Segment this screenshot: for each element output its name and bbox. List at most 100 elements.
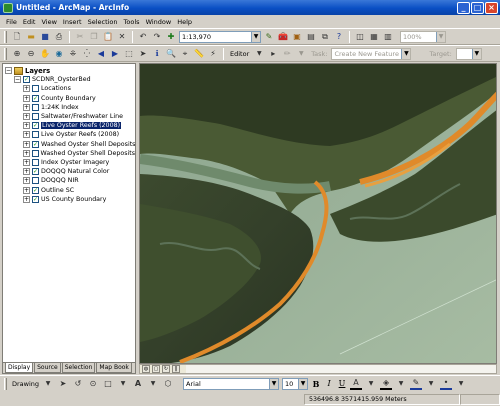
open-folder-icon[interactable]: ▬ — [25, 31, 37, 43]
bold-button[interactable]: B — [311, 379, 321, 389]
menu-help[interactable]: Help — [177, 18, 192, 26]
maximize-button[interactable]: □ — [471, 1, 484, 14]
pan-icon[interactable]: ✋ — [39, 48, 51, 60]
sketch-tool-icon[interactable]: ✏ — [281, 48, 293, 60]
expand-icon[interactable]: + — [23, 168, 30, 176]
chevron-down-icon[interactable]: ▼ — [251, 31, 260, 42]
font-size-combo[interactable]: 10 ▼ — [282, 377, 309, 390]
chevron-down-icon[interactable]: ▼ — [425, 378, 437, 390]
collapse-icon[interactable]: − — [14, 76, 21, 84]
delete-icon[interactable]: ✕ — [116, 31, 128, 43]
layer-row[interactable]: + Index Oyster Imagery — [5, 158, 135, 167]
expand-icon[interactable]: + — [23, 177, 30, 185]
layer-label[interactable]: County Boundary — [41, 95, 96, 102]
layers-root-row[interactable]: − Layers — [5, 66, 135, 75]
layer-label[interactable]: Washed Oyster Shell Deposits — [41, 141, 135, 148]
pan-layout-icon[interactable]: ▦ — [368, 31, 380, 43]
select-features-icon[interactable]: ⬚ — [123, 48, 135, 60]
underline-button[interactable]: U — [337, 379, 347, 388]
expand-icon[interactable]: + — [23, 103, 30, 111]
catalog-icon[interactable]: ▣ — [291, 31, 303, 43]
chevron-down-icon[interactable]: ▼ — [471, 48, 481, 59]
edit-vertices-icon[interactable]: ⬡ — [162, 378, 174, 390]
menu-tools[interactable]: Tools — [124, 18, 140, 26]
zoom-in-icon[interactable]: ⊕ — [11, 48, 23, 60]
chevron-down-icon[interactable]: ▼ — [365, 378, 377, 390]
chevron-down-icon[interactable]: ▼ — [253, 48, 265, 60]
line-color-icon[interactable]: ✎ — [410, 378, 423, 390]
layer-label[interactable]: 1:24K Index — [41, 104, 79, 111]
layer-label[interactable]: DOQQQ Natural Color — [41, 168, 109, 175]
zoom-percent-combo[interactable]: 100% ▼ — [400, 30, 446, 43]
expand-icon[interactable]: + — [23, 149, 30, 157]
menu-selection[interactable]: Selection — [88, 18, 118, 26]
target-combo[interactable]: ▼ — [455, 47, 482, 60]
menu-window[interactable]: Window — [146, 18, 172, 26]
layer-row[interactable]: + ✓ Live Oyster Reefs (2008) — [5, 121, 135, 130]
undo-icon[interactable]: ↶ — [137, 31, 149, 43]
expand-icon[interactable]: + — [23, 195, 30, 203]
cut-icon[interactable]: ✂ — [74, 31, 86, 43]
layer-row[interactable]: + Washed Oyster Shell Deposits — [5, 149, 135, 158]
chevron-down-icon[interactable]: ▼ — [436, 31, 445, 42]
menu-edit[interactable]: Edit — [23, 18, 36, 26]
help-icon[interactable]: ? — [333, 31, 345, 43]
layer-visibility-checkbox[interactable] — [32, 131, 39, 139]
layer-label[interactable]: Washed Oyster Shell Deposits — [41, 150, 135, 157]
zoom-whole-page-icon[interactable]: ▥ — [382, 31, 394, 43]
tab-display[interactable]: Display — [5, 363, 34, 373]
select-elements-icon[interactable]: ➤ — [57, 378, 69, 390]
expand-icon[interactable]: + — [23, 131, 30, 139]
tab-selection[interactable]: Selection — [61, 363, 96, 373]
layout-tool-icon[interactable]: ◫ — [354, 31, 366, 43]
add-data-icon[interactable]: ✚ — [165, 31, 177, 43]
hyperlink-icon[interactable]: ⚡ — [207, 48, 219, 60]
menu-insert[interactable]: Insert — [63, 18, 82, 26]
fixed-zoom-in-icon[interactable]: ⁜ — [67, 48, 79, 60]
task-combo[interactable]: Create New Feature ▼ — [331, 47, 412, 60]
layout-view-icon[interactable]: ▢ — [152, 365, 160, 373]
zoom-out-icon[interactable]: ⊖ — [25, 48, 37, 60]
layer-row[interactable]: +1:24K Index — [5, 103, 135, 112]
rotate-icon[interactable]: ↺ — [72, 378, 84, 390]
go-to-xy-icon[interactable]: ⌖ — [179, 48, 191, 60]
layer-label[interactable]: Index Oyster Imagery — [41, 159, 109, 166]
model-builder-icon[interactable]: ⧉ — [319, 31, 331, 43]
map-view[interactable] — [139, 63, 497, 364]
chevron-down-icon[interactable]: ▼ — [117, 378, 129, 390]
drawing-menu[interactable]: Drawing — [12, 380, 39, 388]
font-color-icon[interactable]: A — [350, 378, 363, 390]
tab-source[interactable]: Source — [34, 363, 61, 373]
layer-row[interactable]: + Live Oyster Reefs (2008) — [5, 130, 135, 139]
expand-icon[interactable]: + — [23, 186, 30, 194]
layer-label[interactable]: US County Boundary — [41, 196, 106, 203]
find-icon[interactable]: 🔍 — [165, 48, 177, 60]
paste-icon[interactable]: 📋 — [102, 31, 114, 43]
expand-icon[interactable]: + — [23, 158, 30, 166]
layer-visibility-checkbox[interactable] — [32, 177, 39, 185]
layer-visibility-checkbox[interactable]: ✓ — [32, 122, 39, 130]
forward-extent-icon[interactable]: ▶ — [109, 48, 121, 60]
save-icon[interactable]: ■ — [39, 31, 51, 43]
layer-visibility-checkbox[interactable]: ✓ — [32, 186, 39, 194]
group-checkbox[interactable]: ✓ — [23, 76, 30, 84]
font-combo[interactable]: Arial ▼ — [183, 377, 280, 390]
layer-row[interactable]: + Saltwater/Freshwater Line — [5, 112, 135, 121]
layer-row[interactable]: + ✓ US County Boundary — [5, 195, 135, 204]
close-button[interactable]: × — [485, 1, 498, 14]
measure-icon[interactable]: 📏 — [193, 48, 205, 60]
layer-visibility-checkbox[interactable]: ✓ — [32, 195, 39, 203]
layer-label[interactable]: Locations — [41, 85, 71, 92]
refresh-icon[interactable]: ↻ — [162, 365, 170, 373]
chevron-down-icon[interactable]: ▼ — [298, 378, 308, 389]
layer-visibility-checkbox[interactable] — [32, 113, 39, 121]
full-extent-icon[interactable]: ◉ — [53, 48, 65, 60]
editor-menu[interactable]: Editor — [230, 50, 249, 58]
group-layer-row[interactable]: − ✓ SCDNR_OysterBed — [5, 75, 135, 84]
chevron-down-icon[interactable]: ▼ — [269, 378, 279, 389]
menu-file[interactable]: File — [6, 18, 17, 26]
fill-color-icon[interactable]: ◈ — [380, 378, 393, 390]
map-scale-combo[interactable]: 1:13,970 ▼ — [179, 30, 261, 43]
toolbar-grip[interactable] — [4, 47, 7, 60]
fixed-zoom-out-icon[interactable]: ⁛ — [81, 48, 93, 60]
